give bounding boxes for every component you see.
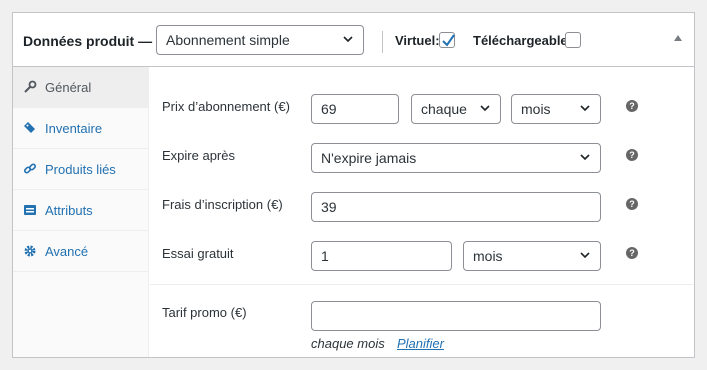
- checkmark-icon: [442, 34, 455, 47]
- help-icon[interactable]: ?: [626, 247, 638, 259]
- tab-general-label: Général: [45, 79, 92, 95]
- product-data-tabs: Général Inventaire Produits liés Attribu…: [13, 67, 149, 357]
- link-icon: [23, 162, 37, 176]
- product-data-box: Données produit — Abonnement simple Virt…: [12, 12, 695, 358]
- tab-general[interactable]: Général: [13, 67, 149, 108]
- chevron-down-icon: [580, 105, 590, 112]
- trial-period-select[interactable]: mois: [463, 241, 601, 271]
- tab-attributes[interactable]: Attributs: [13, 190, 149, 231]
- virtual-checkbox[interactable]: [439, 32, 455, 48]
- expire-label: Expire après: [162, 148, 235, 163]
- subscription-price-value: 69: [321, 101, 337, 117]
- tag-icon: [23, 121, 37, 135]
- tab-attributes-label: Attributs: [45, 202, 93, 218]
- trial-period-value: mois: [473, 248, 503, 264]
- signup-fee-label: Frais d’inscription (€): [162, 197, 283, 212]
- expire-value: N'expire jamais: [321, 150, 417, 166]
- sale-price-input[interactable]: [311, 301, 601, 331]
- product-data-header: Données produit — Abonnement simple Virt…: [13, 13, 694, 67]
- triangle-up-icon[interactable]: [674, 35, 682, 41]
- tab-linked-products[interactable]: Produits liés: [13, 149, 149, 190]
- sale-price-label: Tarif promo (€): [162, 305, 247, 320]
- signup-fee-value: 39: [321, 199, 337, 215]
- chevron-down-icon: [480, 105, 490, 112]
- general-panel: Prix d’abonnement (€) 69 chaque mois ? E…: [150, 67, 694, 357]
- header-separator: [382, 31, 383, 53]
- downloadable-checkbox[interactable]: [565, 32, 581, 48]
- billing-interval-value: chaque: [421, 101, 467, 117]
- help-icon[interactable]: ?: [626, 198, 638, 210]
- trial-length-input[interactable]: 1: [311, 241, 452, 271]
- section-divider: [150, 284, 694, 285]
- product-type-select[interactable]: Abonnement simple: [156, 25, 364, 55]
- signup-fee-input[interactable]: 39: [311, 192, 601, 222]
- product-type-value: Abonnement simple: [166, 32, 290, 48]
- billing-period-select[interactable]: mois: [511, 94, 601, 124]
- downloadable-label: Téléchargeable:: [473, 33, 572, 48]
- billing-interval-select[interactable]: chaque: [411, 94, 501, 124]
- billing-period-value: mois: [521, 101, 551, 117]
- schedule-link[interactable]: Planifier: [397, 336, 444, 351]
- help-icon[interactable]: ?: [626, 100, 638, 112]
- chevron-down-icon: [580, 154, 590, 161]
- trial-label: Essai gratuit: [162, 246, 234, 261]
- tab-advanced[interactable]: Avancé: [13, 231, 149, 272]
- tab-advanced-label: Avancé: [45, 243, 89, 259]
- tab-inventory-label: Inventaire: [45, 120, 103, 136]
- chevron-down-icon: [580, 252, 590, 259]
- chevron-down-icon: [343, 36, 353, 43]
- subscription-price-input[interactable]: 69: [311, 94, 399, 124]
- help-icon[interactable]: ?: [626, 149, 638, 161]
- product-data-title: Données produit —: [23, 33, 153, 49]
- subscription-price-label: Prix d’abonnement (€): [162, 99, 290, 114]
- tab-inventory[interactable]: Inventaire: [13, 108, 149, 149]
- list-icon: [23, 203, 37, 217]
- tab-linked-products-label: Produits liés: [45, 161, 116, 177]
- trial-length-value: 1: [321, 248, 329, 264]
- virtual-label: Virtuel:: [395, 33, 440, 48]
- gear-icon: [23, 244, 37, 258]
- wrench-icon: [23, 80, 37, 94]
- sale-price-hint: chaque mois: [311, 336, 385, 351]
- expire-select[interactable]: N'expire jamais: [311, 143, 601, 173]
